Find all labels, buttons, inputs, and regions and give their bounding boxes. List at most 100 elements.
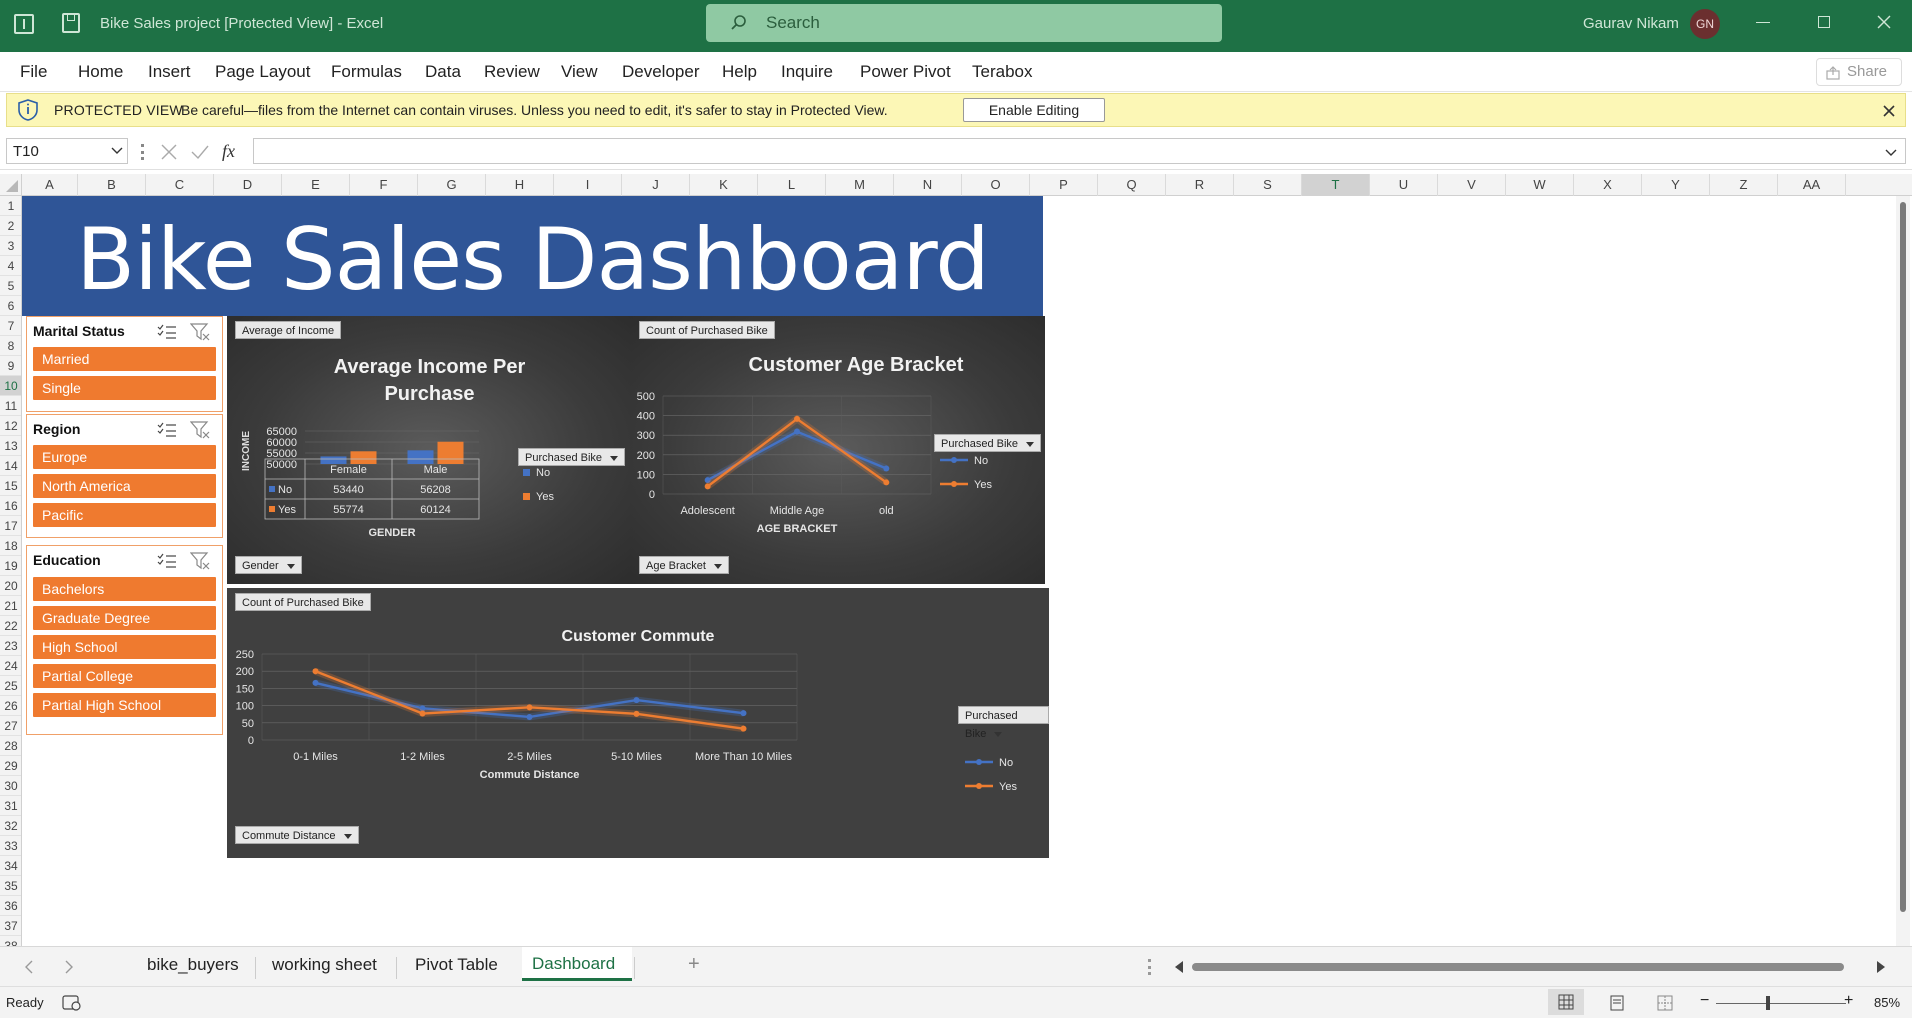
row-header-6[interactable]: 6 (0, 296, 21, 316)
slicer-region[interactable]: Region Europe North America Pacific (26, 414, 223, 538)
row-header-20[interactable]: 20 (0, 576, 21, 596)
row-header-10[interactable]: 10 (0, 376, 21, 396)
slicer-item-single[interactable]: Single (33, 376, 216, 400)
row-header-17[interactable]: 17 (0, 516, 21, 536)
column-header-l[interactable]: L (758, 174, 826, 196)
row-header-22[interactable]: 22 (0, 616, 21, 636)
slicer-item-married[interactable]: Married (33, 347, 216, 371)
row-header-8[interactable]: 8 (0, 336, 21, 356)
legend-field-button[interactable]: Purchased Bike (518, 448, 626, 466)
accessibility-icon[interactable] (62, 994, 82, 1012)
tab-view[interactable]: View (561, 62, 598, 82)
data-point[interactable] (883, 479, 890, 486)
row-header-7[interactable]: 7 (0, 316, 21, 336)
data-point[interactable] (740, 710, 747, 717)
column-header-f[interactable]: F (350, 174, 418, 196)
data-point[interactable] (883, 465, 890, 472)
data-point[interactable] (419, 710, 426, 717)
column-header-q[interactable]: Q (1098, 174, 1166, 196)
column-header-c[interactable]: C (146, 174, 214, 196)
row-header-30[interactable]: 30 (0, 776, 21, 796)
row-header-1[interactable]: 1 (0, 196, 21, 216)
tab-home[interactable]: Home (78, 62, 123, 82)
tab-inquire[interactable]: Inquire (781, 62, 833, 82)
data-point[interactable] (526, 713, 533, 720)
sheet-tab-dashboard[interactable]: Dashboard (522, 947, 632, 981)
row-header-18[interactable]: 18 (0, 536, 21, 556)
bar-yes-female[interactable] (350, 451, 377, 464)
column-header-m[interactable]: M (826, 174, 894, 196)
scroll-thumb[interactable] (1900, 202, 1906, 912)
data-point[interactable] (794, 428, 800, 435)
page-layout-icon[interactable] (1609, 995, 1625, 1011)
zoom-slider[interactable] (1716, 1003, 1846, 1004)
share-button[interactable]: Share (1816, 58, 1902, 86)
slicer-item-high-school[interactable]: High School (33, 635, 216, 659)
row-header-24[interactable]: 24 (0, 656, 21, 676)
column-header-a[interactable]: A (22, 174, 78, 196)
scroll-right-icon[interactable] (1876, 960, 1886, 974)
clear-filter-icon[interactable] (190, 421, 210, 439)
tab-page-layout[interactable]: Page Layout (215, 62, 310, 82)
insert-function-icon[interactable]: fx (222, 141, 235, 162)
column-header-e[interactable]: E (282, 174, 350, 196)
select-all-button[interactable] (0, 174, 22, 196)
column-header-x[interactable]: X (1574, 174, 1642, 196)
column-header-t[interactable]: T (1302, 174, 1370, 196)
row-header-31[interactable]: 31 (0, 796, 21, 816)
column-header-p[interactable]: P (1030, 174, 1098, 196)
row-header-38[interactable]: 38 (0, 936, 21, 946)
column-header-r[interactable]: R (1166, 174, 1234, 196)
multi-select-icon[interactable] (157, 324, 177, 340)
tab-formulas[interactable]: Formulas (331, 62, 402, 82)
chart-average-income[interactable]: Average of Income Average Income Per Pur… (227, 316, 631, 584)
horizontal-scrollbar[interactable] (1192, 963, 1844, 971)
tab-insert[interactable]: Insert (148, 62, 191, 82)
enable-editing-button[interactable]: Enable Editing (963, 98, 1105, 122)
data-point[interactable] (740, 725, 747, 732)
row-header-4[interactable]: 4 (0, 256, 21, 276)
excel-app-icon[interactable] (14, 14, 34, 34)
row-header-11[interactable]: 11 (0, 396, 21, 416)
row-header-14[interactable]: 14 (0, 456, 21, 476)
row-header-19[interactable]: 19 (0, 556, 21, 576)
tab-power-pivot[interactable]: Power Pivot (860, 62, 951, 82)
row-header-5[interactable]: 5 (0, 276, 21, 296)
add-sheet-button[interactable]: + (688, 953, 700, 976)
zoom-level[interactable]: 85% (1874, 995, 1900, 1010)
tab-terabox[interactable]: Terabox (972, 62, 1032, 82)
row-header-3[interactable]: 3 (0, 236, 21, 256)
vertical-scrollbar[interactable] (1896, 196, 1910, 946)
search-box[interactable]: Search (706, 4, 1222, 42)
slicer-education[interactable]: Education Bachelors Graduate Degree High… (26, 545, 223, 735)
page-break-preview-icon[interactable] (1657, 995, 1673, 1011)
close-icon[interactable] (1876, 14, 1892, 30)
zoom-out-button[interactable]: − (1700, 992, 1709, 1010)
column-header-d[interactable]: D (214, 174, 282, 196)
tab-developer[interactable]: Developer (622, 62, 700, 82)
row-header-12[interactable]: 12 (0, 416, 21, 436)
multi-select-icon[interactable] (157, 422, 177, 438)
sheet-tab-bike-buyers[interactable]: bike_buyers (147, 955, 239, 975)
data-point[interactable] (704, 483, 711, 490)
minimize-button[interactable] (1756, 22, 1770, 23)
slicer-item-bachelors[interactable]: Bachelors (33, 577, 216, 601)
legend-field-button[interactable]: Purchased Bike (958, 706, 1049, 740)
worksheet-grid[interactable]: Bike Sales Dashboard Marital Status Marr… (22, 196, 1910, 946)
slicer-item-north-america[interactable]: North America (33, 474, 216, 498)
more-options-icon[interactable] (141, 144, 144, 160)
data-point[interactable] (794, 415, 800, 422)
row-header-2[interactable]: 2 (0, 216, 21, 236)
close-protected-view-icon[interactable] (1883, 105, 1895, 117)
column-header-o[interactable]: O (962, 174, 1030, 196)
enter-check-icon[interactable] (190, 143, 210, 161)
data-point[interactable] (526, 704, 533, 711)
chevron-down-icon[interactable] (111, 147, 123, 155)
formula-input[interactable] (253, 138, 1906, 164)
column-header-j[interactable]: J (622, 174, 690, 196)
row-header-32[interactable]: 32 (0, 816, 21, 836)
multi-select-icon[interactable] (157, 553, 177, 569)
zoom-slider-thumb[interactable] (1766, 996, 1770, 1010)
tab-review[interactable]: Review (484, 62, 540, 82)
row-header-26[interactable]: 26 (0, 696, 21, 716)
